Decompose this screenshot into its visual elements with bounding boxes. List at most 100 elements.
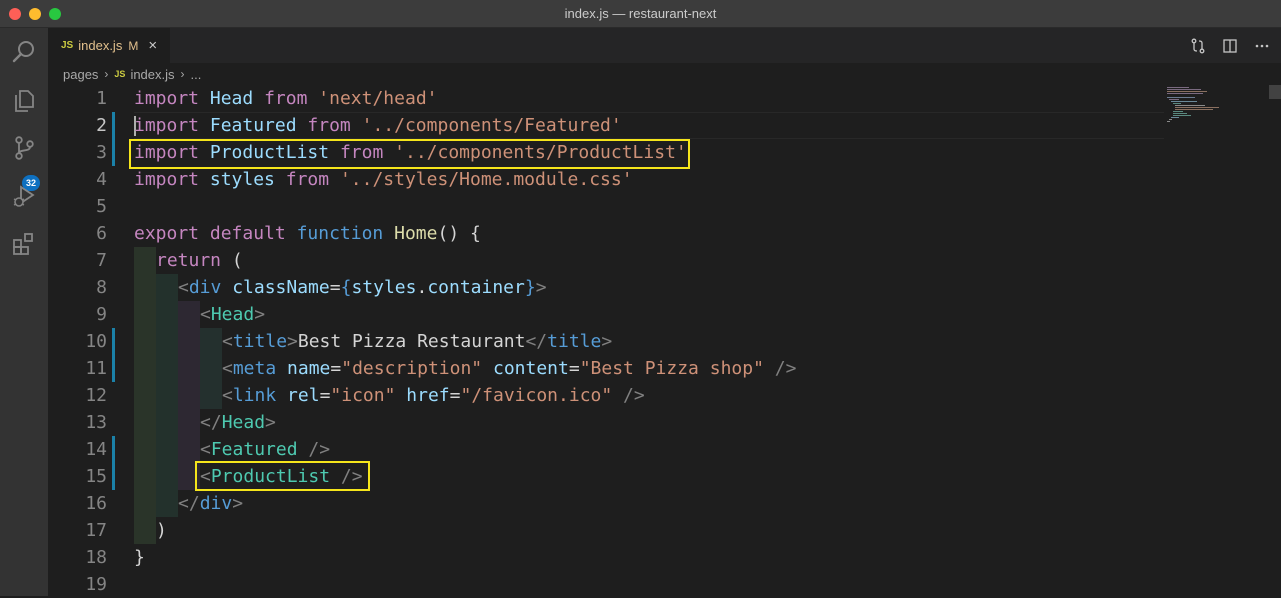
code-token: < bbox=[222, 385, 233, 406]
javascript-file-icon: JS bbox=[114, 69, 126, 79]
files-icon[interactable] bbox=[8, 84, 40, 116]
minimap[interactable] bbox=[1165, 85, 1265, 145]
highlight-box-import-productlist bbox=[129, 139, 690, 169]
line-number: 7 bbox=[96, 250, 107, 271]
line-number: 3 bbox=[96, 142, 107, 163]
code-token: title bbox=[232, 331, 288, 352]
line-number: 11 bbox=[85, 358, 107, 379]
tab-filename: index.js bbox=[78, 38, 123, 53]
code-token: styles bbox=[209, 169, 275, 190]
editor-actions bbox=[1187, 28, 1273, 63]
extensions-icon[interactable] bbox=[8, 228, 40, 260]
code-line: <link rel="icon" href="/favicon.ico" /> bbox=[222, 382, 645, 409]
code-token: /> bbox=[763, 358, 797, 379]
breadcrumb-folder[interactable]: pages bbox=[63, 67, 98, 82]
code-line: <Head> bbox=[200, 301, 265, 328]
code-token: </ bbox=[525, 331, 548, 352]
code-token: </ bbox=[200, 412, 222, 433]
javascript-file-icon: JS bbox=[61, 40, 74, 51]
code-token: Best Pizza Restaurant bbox=[297, 331, 526, 352]
breadcrumb-file[interactable]: index.js bbox=[130, 67, 174, 82]
code-token: import bbox=[134, 88, 200, 109]
code-token: from bbox=[264, 88, 308, 109]
code-token: > bbox=[265, 412, 276, 433]
code-token: Home bbox=[394, 223, 438, 244]
code-token: = bbox=[330, 358, 342, 379]
split-editor-icon[interactable] bbox=[1219, 35, 1241, 57]
line-number: 18 bbox=[85, 547, 107, 568]
code-token: ( bbox=[221, 250, 243, 271]
line-number: 10 bbox=[85, 331, 107, 352]
code-token: title bbox=[547, 331, 602, 352]
code-line: <div className={styles.container}> bbox=[178, 274, 547, 301]
code-token: Head bbox=[209, 88, 254, 109]
code-token: > bbox=[254, 304, 266, 325]
code-token: Head bbox=[210, 304, 255, 325]
activity-bar: 32 bbox=[0, 28, 48, 596]
code-token: return bbox=[156, 250, 222, 271]
code-token: . bbox=[416, 277, 428, 298]
ellipsis-icon[interactable] bbox=[1251, 35, 1273, 57]
code-token: div bbox=[188, 277, 222, 298]
code-token: } bbox=[524, 277, 536, 298]
breadcrumb-symbols[interactable]: ... bbox=[191, 67, 202, 82]
code-token: () bbox=[437, 223, 460, 244]
code-token: Featured bbox=[209, 115, 297, 136]
code-token: { bbox=[459, 223, 481, 244]
source-control-icon[interactable] bbox=[8, 132, 40, 164]
code-token: < bbox=[222, 331, 233, 352]
title-bar: index.js — restaurant-next bbox=[0, 0, 1281, 28]
code-token: /> bbox=[297, 439, 331, 460]
breadcrumb: pages › JS index.js › ... bbox=[48, 63, 1281, 85]
search-icon[interactable] bbox=[8, 36, 40, 68]
close-tab-icon[interactable]: × bbox=[148, 37, 157, 54]
code-token: import bbox=[134, 115, 200, 136]
code-token: name bbox=[287, 358, 331, 379]
code-token: < bbox=[178, 277, 189, 298]
line-number: 1 bbox=[96, 88, 107, 109]
tab-index-js[interactable]: JS index.js M × bbox=[48, 28, 170, 63]
line-number: 13 bbox=[85, 412, 107, 433]
code-token: = bbox=[319, 385, 331, 406]
code-token: '../styles/Home.module.css' bbox=[339, 169, 633, 190]
code-token: content bbox=[492, 358, 569, 379]
code-token: "/favicon.ico" bbox=[460, 385, 613, 406]
code-token: > bbox=[601, 331, 613, 352]
code-token: styles bbox=[351, 277, 417, 298]
line-number: 14 bbox=[85, 439, 107, 460]
code-line: return ( bbox=[156, 247, 243, 274]
code-token: < bbox=[200, 439, 211, 460]
code-token: 'next/head' bbox=[318, 88, 438, 109]
line-number: 8 bbox=[96, 277, 107, 298]
code-token: = bbox=[329, 277, 341, 298]
code-token: Head bbox=[221, 412, 266, 433]
code-token: < bbox=[222, 358, 233, 379]
code-token: from bbox=[285, 169, 330, 190]
line-number: 6 bbox=[96, 223, 107, 244]
code-token: rel bbox=[287, 385, 320, 406]
code-token: ) bbox=[156, 520, 167, 541]
code-line: import Featured from '../components/Feat… bbox=[134, 112, 622, 139]
code-line: export default function Home() { bbox=[134, 220, 481, 247]
tab-bar: JS index.js M × bbox=[48, 28, 1281, 63]
code-token: import bbox=[134, 169, 200, 190]
run-debug-icon[interactable] bbox=[8, 180, 40, 212]
line-number: 2 bbox=[96, 115, 107, 136]
scrollbar-thumb[interactable] bbox=[1269, 85, 1281, 99]
git-compare-icon[interactable] bbox=[1187, 35, 1209, 57]
vertical-scrollbar[interactable] bbox=[1269, 85, 1281, 596]
code-token: container bbox=[427, 277, 525, 298]
code-editor[interactable]: 1 2 3 4 5 6 7 8 9 10 11 12 13 14 15 16 1… bbox=[48, 85, 1281, 596]
code-line: import styles from '../styles/Home.modul… bbox=[134, 166, 633, 193]
code-line: ) bbox=[156, 517, 167, 544]
